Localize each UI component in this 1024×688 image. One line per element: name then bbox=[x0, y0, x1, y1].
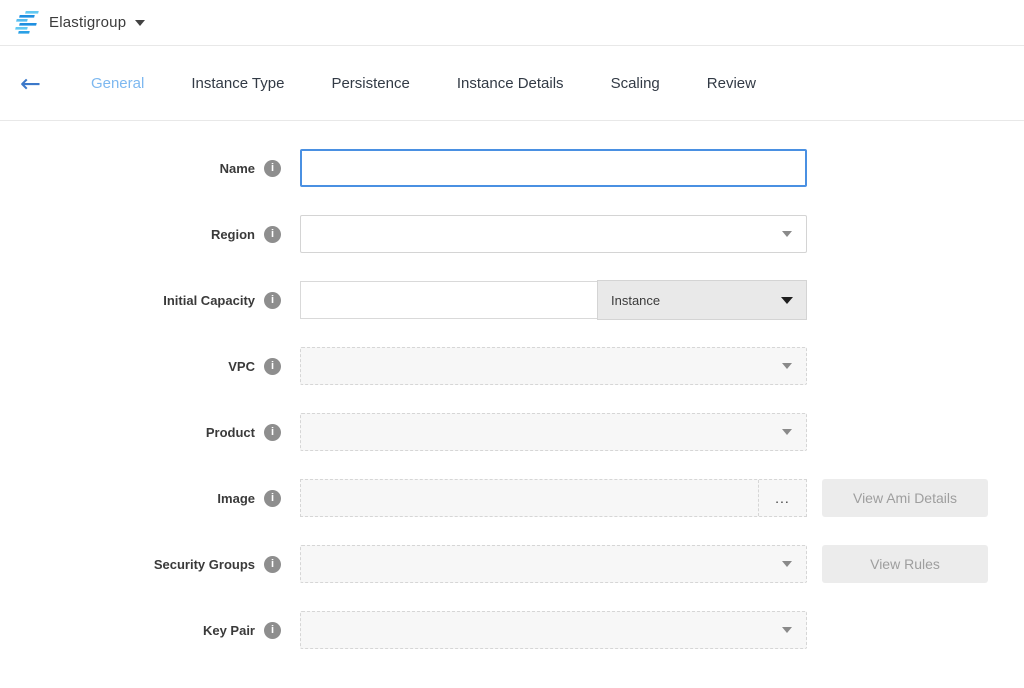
capacity-unit-value: Instance bbox=[611, 293, 781, 308]
product-label-wrap: Product i bbox=[0, 424, 281, 441]
image-info-icon[interactable]: i bbox=[264, 490, 281, 507]
form-row-name: Name i bbox=[0, 149, 1024, 187]
wizard-tabs: General Instance Type Persistence Instan… bbox=[91, 75, 803, 92]
tab-persistence[interactable]: Persistence bbox=[331, 75, 409, 92]
tab-instance-type[interactable]: Instance Type bbox=[191, 75, 284, 92]
image-input bbox=[301, 480, 758, 516]
form-row-initial-capacity: Initial Capacity i Instance bbox=[0, 281, 1024, 319]
elastigroup-logo-icon bbox=[13, 10, 40, 36]
security-groups-select bbox=[300, 545, 807, 583]
name-label-wrap: Name i bbox=[0, 160, 281, 177]
product-info-icon[interactable]: i bbox=[264, 424, 281, 441]
vpc-select bbox=[300, 347, 807, 385]
elastigroup-creation-page: Elastigroup ← General Instance Type Pers… bbox=[0, 0, 1024, 688]
image-label-wrap: Image i bbox=[0, 490, 281, 507]
region-label: Region bbox=[211, 227, 255, 242]
back-arrow-icon[interactable]: ← bbox=[20, 71, 41, 96]
chevron-down-icon bbox=[782, 627, 792, 633]
product-field-area bbox=[300, 413, 807, 451]
initial-capacity-label-wrap: Initial Capacity i bbox=[0, 292, 281, 309]
initial-capacity-input[interactable] bbox=[300, 281, 597, 319]
image-browse-button[interactable]: ... bbox=[758, 480, 806, 516]
name-field-area bbox=[300, 149, 807, 187]
region-label-wrap: Region i bbox=[0, 226, 281, 243]
chevron-down-icon bbox=[782, 429, 792, 435]
general-settings-form: Name i Region i Initial Capacity i bbox=[0, 121, 1024, 649]
tab-general[interactable]: General bbox=[91, 75, 144, 92]
form-row-product: Product i bbox=[0, 413, 1024, 451]
vpc-info-icon[interactable]: i bbox=[264, 358, 281, 375]
image-input-group: ... bbox=[300, 479, 807, 517]
form-row-vpc: VPC i bbox=[0, 347, 1024, 385]
name-label: Name bbox=[220, 161, 255, 176]
region-select[interactable] bbox=[300, 215, 807, 253]
image-label: Image bbox=[217, 491, 255, 506]
security-groups-label-wrap: Security Groups i bbox=[0, 556, 281, 573]
form-row-key-pair: Key Pair i bbox=[0, 611, 1024, 649]
view-rules-button[interactable]: View Rules bbox=[822, 545, 988, 583]
chevron-down-icon bbox=[782, 561, 792, 567]
key-pair-field-area bbox=[300, 611, 807, 649]
form-row-security-groups: Security Groups i View Rules bbox=[0, 545, 1024, 583]
top-bar: Elastigroup bbox=[0, 0, 1024, 46]
app-title: Elastigroup bbox=[49, 14, 126, 31]
security-groups-info-icon[interactable]: i bbox=[264, 556, 281, 573]
security-groups-field-area: View Rules bbox=[300, 545, 988, 583]
region-info-icon[interactable]: i bbox=[264, 226, 281, 243]
tab-review[interactable]: Review bbox=[707, 75, 756, 92]
key-pair-label-wrap: Key Pair i bbox=[0, 622, 281, 639]
key-pair-info-icon[interactable]: i bbox=[264, 622, 281, 639]
form-row-region: Region i bbox=[0, 215, 1024, 253]
initial-capacity-field-area: Instance bbox=[300, 280, 807, 320]
product-label: Product bbox=[206, 425, 255, 440]
vpc-label-wrap: VPC i bbox=[0, 358, 281, 375]
vpc-field-area bbox=[300, 347, 807, 385]
capacity-unit-select[interactable]: Instance bbox=[597, 280, 807, 320]
security-groups-label: Security Groups bbox=[154, 557, 255, 572]
tab-instance-details[interactable]: Instance Details bbox=[457, 75, 564, 92]
wizard-tab-bar: ← General Instance Type Persistence Inst… bbox=[0, 46, 1024, 121]
vpc-label: VPC bbox=[228, 359, 255, 374]
chevron-down-icon bbox=[782, 231, 792, 237]
name-input[interactable] bbox=[300, 149, 807, 187]
chevron-down-icon bbox=[782, 363, 792, 369]
region-field-area bbox=[300, 215, 807, 253]
name-info-icon[interactable]: i bbox=[264, 160, 281, 177]
product-select bbox=[300, 413, 807, 451]
initial-capacity-info-icon[interactable]: i bbox=[264, 292, 281, 309]
initial-capacity-label: Initial Capacity bbox=[163, 293, 255, 308]
app-switcher-caret-icon[interactable] bbox=[135, 20, 145, 26]
tab-scaling[interactable]: Scaling bbox=[611, 75, 660, 92]
key-pair-label: Key Pair bbox=[203, 623, 255, 638]
image-field-area: ... View Ami Details bbox=[300, 479, 988, 517]
view-ami-details-button[interactable]: View Ami Details bbox=[822, 479, 988, 517]
form-row-image: Image i ... View Ami Details bbox=[0, 479, 1024, 517]
key-pair-select bbox=[300, 611, 807, 649]
chevron-down-icon bbox=[781, 297, 793, 304]
